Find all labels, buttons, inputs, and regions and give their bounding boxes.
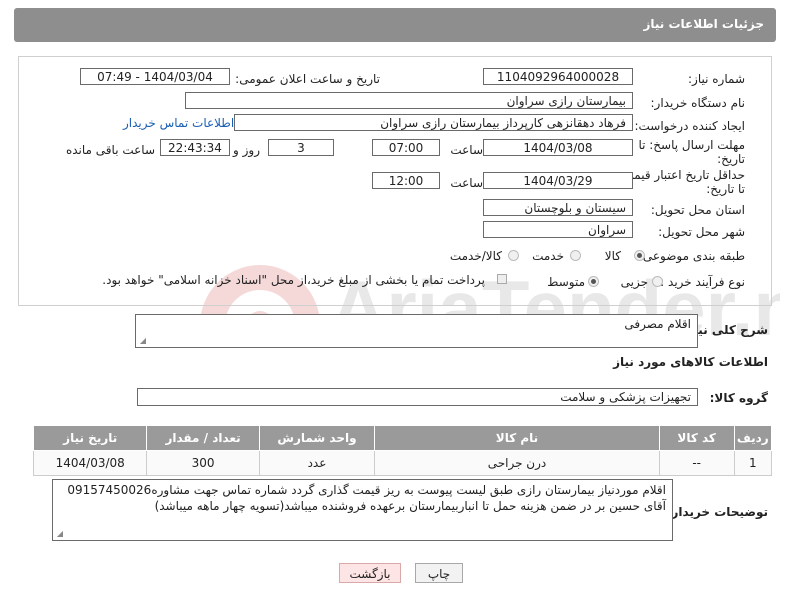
header-bar: جزئیات اطلاعات نیاز	[14, 8, 776, 42]
col-need-date: تاریخ نیاز	[32, 425, 148, 451]
validity-time-label: ساعت	[450, 176, 483, 190]
buyer-org-label: نام دستگاه خریدار:	[650, 96, 746, 110]
print-button[interactable]: چاپ	[415, 563, 463, 583]
treasury-payment-checkbox[interactable]	[497, 274, 507, 284]
need-number-label: شماره نیاز:	[688, 72, 745, 86]
goods-group-field: تجهیزات پزشکی و سلامت	[137, 388, 698, 406]
treasury-payment-note: پرداخت تمام یا بخشی از مبلغ خرید،از محل …	[102, 273, 485, 287]
days-field: 3	[268, 139, 334, 156]
goods-group-label: گروه کالا:	[709, 391, 768, 405]
requester-field: فرهاد دهقانزهی کارپرداز بیمارستان رازی س…	[234, 114, 633, 131]
cell-unit: عدد	[258, 450, 376, 476]
category-option-service: خدمت	[532, 249, 564, 263]
deadline-label-date: تاریخ:	[717, 152, 745, 166]
back-button[interactable]: بازگشت	[339, 563, 401, 583]
page-title: جزئیات اطلاعات نیاز	[643, 17, 764, 31]
col-row-number: ردیف	[733, 425, 773, 451]
deadline-time-label: ساعت	[450, 143, 483, 157]
remaining-time-field: 22:43:34	[160, 139, 230, 156]
resize-grip-icon[interactable]: ◢	[55, 530, 63, 538]
page: جزئیات اطلاعات نیاز AriaTender.neT شماره…	[0, 0, 788, 598]
goods-section-title: اطلاعات کالاهای مورد نیاز	[613, 355, 768, 369]
category-radio-both[interactable]	[508, 250, 519, 261]
col-quantity: تعداد / مقدار	[146, 425, 260, 451]
days-label: روز و	[233, 143, 260, 157]
announce-date-field: 1404/03/04 - 07:49	[80, 68, 230, 85]
city-label: شهر محل تحویل:	[658, 225, 745, 239]
validity-time-field: 12:00	[372, 172, 440, 189]
process-option-minor: جزیی	[620, 275, 648, 289]
validity-label: حداقل تاریخ اعتبار قیمت:	[618, 168, 745, 182]
process-label: نوع فرآیند خرید :	[660, 275, 745, 289]
category-label: طبقه بندی موضوعی:	[638, 249, 745, 263]
description-textarea: اقلام مصرفی ◢	[135, 314, 698, 348]
cell-row-number: 1	[733, 450, 773, 476]
deadline-time-field: 07:00	[372, 139, 440, 156]
validity-date-field: 1404/03/29	[483, 172, 633, 189]
resize-grip-icon[interactable]: ◢	[138, 337, 146, 345]
cell-item-name: درن جراحی	[374, 450, 660, 476]
buyer-contact-link[interactable]: اطلاعات تماس خریدار	[123, 116, 234, 130]
cell-need-date: 1404/03/08	[32, 450, 148, 476]
category-radio-service[interactable]	[570, 250, 581, 261]
province-field: سیستان و بلوچستان	[483, 199, 633, 216]
description-text: اقلام مصرفی	[624, 317, 691, 331]
validity-label-date: تا تاریخ:	[706, 182, 745, 196]
need-number-field: 1104092964000028	[483, 68, 633, 85]
category-option-goods: کالا	[604, 249, 621, 263]
cell-item-code: --	[658, 450, 735, 476]
buyer-notes-textarea: اقلام موردنیاز بیمارستان رازی طبق لیست پ…	[52, 479, 673, 541]
category-option-both: کالا/خدمت	[449, 249, 502, 263]
buyer-notes-text: اقلام موردنیاز بیمارستان رازی طبق لیست پ…	[67, 483, 666, 513]
buyer-org-field: بیمارستان رازی سراوان	[185, 92, 633, 109]
goods-table: ردیف کد کالا نام کالا واحد شمارش تعداد /…	[32, 425, 773, 476]
col-unit: واحد شمارش	[258, 425, 376, 451]
deadline-date-field: 1404/03/08	[483, 139, 633, 156]
buyer-notes-label: توضیحات خریدار:	[666, 505, 768, 519]
process-radio-minor[interactable]	[652, 276, 663, 287]
city-field: سراوان	[483, 221, 633, 238]
col-item-name: نام کالا	[374, 425, 660, 451]
table-header-row: ردیف کد کالا نام کالا واحد شمارش تعداد /…	[32, 425, 773, 451]
province-label: استان محل تحویل:	[650, 203, 745, 217]
process-radio-medium[interactable]	[588, 276, 599, 287]
cell-quantity: 300	[146, 450, 260, 476]
remaining-label: ساعت باقی مانده	[65, 143, 155, 157]
col-item-code: کد کالا	[658, 425, 735, 451]
category-radio-goods[interactable]	[634, 250, 645, 261]
process-option-medium: متوسط	[547, 275, 585, 289]
deadline-label: مهلت ارسال پاسخ: تا	[638, 138, 745, 152]
requester-label: ایجاد کننده درخواست:	[634, 119, 745, 133]
table-row[interactable]: 1 -- درن جراحی عدد 300 1404/03/08	[32, 450, 773, 476]
announce-date-label: تاریخ و ساعت اعلان عمومی:	[235, 72, 380, 86]
